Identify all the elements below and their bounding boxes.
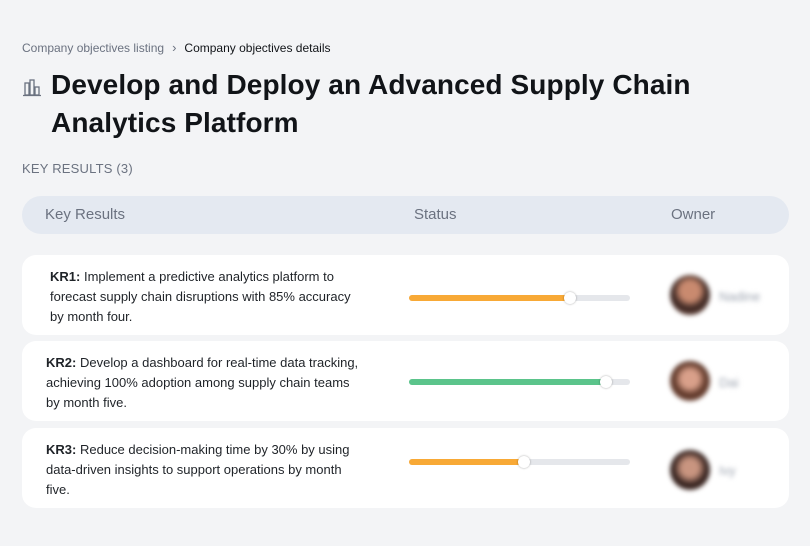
key-results-count-label: KEY RESULTS (3) — [22, 161, 133, 176]
status-progress-bar — [409, 376, 630, 388]
key-result-description: Reduce decision-making time by 30% by us… — [46, 442, 350, 497]
building-chart-icon — [23, 79, 41, 97]
table-header: Key Results Status Owner — [22, 196, 789, 234]
progress-fill — [409, 379, 606, 385]
key-result-row[interactable]: KR1: Implement a predictive analytics pl… — [22, 255, 789, 335]
key-result-description: Implement a predictive analytics platfor… — [50, 269, 351, 324]
page-title: Develop and Deploy an Advanced Supply Ch… — [51, 69, 691, 138]
progress-handle[interactable] — [517, 456, 530, 468]
key-result-description: Develop a dashboard for real-time data t… — [46, 355, 359, 410]
progress-handle[interactable] — [599, 376, 612, 388]
key-result-text: KR2: Develop a dashboard for real-time d… — [46, 353, 366, 413]
progress-handle[interactable] — [564, 292, 577, 304]
breadcrumb-current: Company objectives details — [184, 40, 331, 55]
objective-header: Develop and Deploy an Advanced Supply Ch… — [22, 66, 711, 142]
column-header-status: Status — [414, 206, 457, 223]
owner-avatar — [670, 275, 710, 315]
key-result-row[interactable]: KR2: Develop a dashboard for real-time d… — [22, 341, 789, 421]
progress-fill — [409, 295, 571, 301]
breadcrumb-separator: › — [172, 40, 177, 55]
owner-name: Nadine — [719, 289, 761, 304]
key-result-code: KR2: — [46, 355, 77, 370]
key-result-code: KR1: — [50, 269, 81, 284]
owner-avatar — [670, 450, 710, 490]
key-result-code: KR3: — [46, 442, 77, 457]
status-progress-bar — [409, 456, 630, 468]
breadcrumb-parent-link[interactable]: Company objectives listing — [22, 41, 164, 55]
progress-fill — [409, 459, 524, 465]
key-result-row[interactable]: KR3: Reduce decision-making time by 30% … — [22, 428, 789, 508]
column-header-key-results: Key Results — [45, 206, 126, 223]
owner-name: Ivy — [719, 463, 736, 478]
status-progress-bar — [409, 292, 630, 304]
owner-avatar — [670, 361, 710, 401]
key-result-text: KR3: Reduce decision-making time by 30% … — [46, 440, 356, 500]
owner-name: Dai — [719, 375, 739, 390]
breadcrumb: Company objectives listing › Company obj… — [22, 40, 331, 55]
column-header-owner: Owner — [671, 206, 716, 223]
key-result-text: KR1: Implement a predictive analytics pl… — [50, 267, 365, 327]
